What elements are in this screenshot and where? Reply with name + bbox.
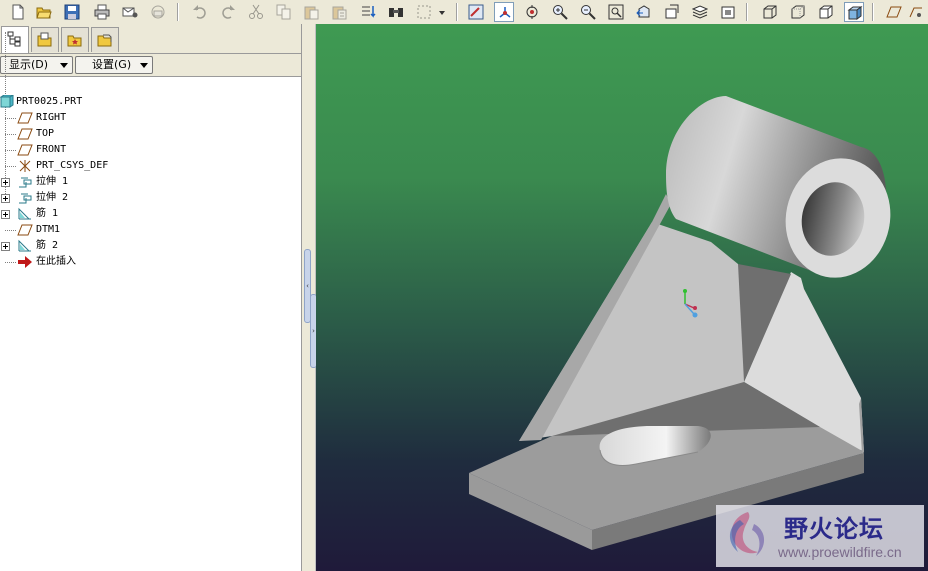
expand-toggle-icon[interactable] bbox=[1, 194, 10, 203]
select-dropdown-icon[interactable] bbox=[436, 2, 448, 22]
connections-tab[interactable] bbox=[91, 27, 119, 52]
orient-icon[interactable] bbox=[522, 2, 542, 22]
tree-root-item[interactable]: PRT0025.PRT bbox=[0, 94, 300, 110]
zoom-out-icon[interactable] bbox=[578, 2, 598, 22]
flame-logo-icon bbox=[729, 512, 765, 556]
datum-axis-display-icon[interactable] bbox=[906, 2, 924, 22]
hidden-line-icon[interactable] bbox=[788, 2, 808, 22]
tree-item-label: RIGHT bbox=[36, 112, 67, 123]
navigator-panel: 显示(D) 设置(G) PRT0025.PRT RIGHT TOP FRONT PRT… bbox=[0, 24, 301, 571]
tree-item[interactable]: 拉伸 1 bbox=[0, 174, 300, 190]
settings-menu-button[interactable]: 设置(G) bbox=[75, 56, 153, 74]
tree-connector bbox=[5, 230, 16, 231]
expand-toggle-icon[interactable] bbox=[1, 210, 10, 219]
shading-icon[interactable] bbox=[844, 2, 864, 22]
redo-icon[interactable] bbox=[218, 2, 238, 22]
zoom-in-icon[interactable] bbox=[550, 2, 570, 22]
tree-item-label: 拉伸 2 bbox=[36, 192, 69, 203]
tree-item-label: TOP bbox=[36, 128, 55, 139]
favorites-tab[interactable] bbox=[61, 27, 89, 52]
tree-connector bbox=[5, 150, 16, 151]
select-box-icon[interactable] bbox=[414, 2, 434, 22]
tree-item-label: PRT_CSYS_DEF bbox=[36, 160, 109, 171]
email-icon[interactable] bbox=[120, 2, 140, 22]
no-hidden-icon[interactable] bbox=[816, 2, 836, 22]
regenerate-icon[interactable] bbox=[358, 2, 378, 22]
tree-connector bbox=[5, 166, 16, 167]
tree-item-label: DTM1 bbox=[36, 224, 61, 235]
tree-connector bbox=[5, 134, 16, 135]
tree-item-label: 筋 2 bbox=[36, 240, 59, 251]
watermark-logo: 野火论坛 www.proewildfire.cn bbox=[716, 505, 924, 567]
datum-plane-display-icon[interactable] bbox=[884, 2, 904, 22]
undo-icon[interactable] bbox=[190, 2, 210, 22]
watermark-url: www.proewildfire.cn bbox=[778, 544, 902, 560]
layers-icon[interactable] bbox=[690, 2, 710, 22]
expand-toggle-icon[interactable] bbox=[1, 178, 10, 187]
new-file-icon[interactable] bbox=[8, 2, 28, 22]
watermark-title: 野火论坛 bbox=[784, 515, 884, 543]
folder-browser-tab[interactable] bbox=[31, 27, 59, 52]
panel-splitter[interactable]: ‹ › bbox=[301, 24, 317, 571]
paste-special-icon[interactable] bbox=[330, 2, 350, 22]
repaint-icon[interactable] bbox=[466, 2, 486, 22]
tree-connector bbox=[5, 118, 16, 119]
save-icon[interactable] bbox=[62, 2, 82, 22]
copy-icon[interactable] bbox=[274, 2, 294, 22]
open-folder-icon[interactable] bbox=[34, 2, 54, 22]
refit-icon[interactable] bbox=[606, 2, 626, 22]
main-toolbar bbox=[0, 0, 928, 25]
tree-item[interactable]: 筋 2 bbox=[0, 238, 300, 254]
tree-item[interactable]: RIGHT bbox=[0, 110, 300, 126]
cut-icon[interactable] bbox=[246, 2, 266, 22]
email-attach-icon[interactable] bbox=[148, 2, 168, 22]
saved-view-icon[interactable] bbox=[718, 2, 738, 22]
wireframe-icon[interactable] bbox=[760, 2, 780, 22]
settings-menu-label: 设置(G) bbox=[92, 58, 132, 71]
view-manager-icon[interactable] bbox=[662, 2, 682, 22]
insert-here-icon bbox=[17, 255, 33, 275]
display-menu-label: 显示(D) bbox=[9, 58, 49, 71]
spin-center-icon[interactable] bbox=[494, 2, 514, 22]
expand-toggle-icon[interactable] bbox=[1, 242, 10, 251]
display-menu-button[interactable]: 显示(D) bbox=[0, 56, 73, 74]
tree-item[interactable]: FRONT bbox=[0, 142, 300, 158]
tree-root-label: PRT0025.PRT bbox=[16, 96, 83, 107]
tree-item[interactable]: DTM1 bbox=[0, 222, 300, 238]
navigator-tabs bbox=[0, 24, 301, 54]
find-icon[interactable] bbox=[386, 2, 406, 22]
graphics-window[interactable]: 野火论坛 www.proewildfire.cn bbox=[316, 24, 928, 571]
reorient-icon[interactable] bbox=[634, 2, 654, 22]
tree-item-label: 拉伸 1 bbox=[36, 176, 69, 187]
print-icon[interactable] bbox=[92, 2, 112, 22]
tree-item[interactable]: PRT_CSYS_DEF bbox=[0, 158, 300, 174]
model-tree-menubar: 显示(D) 设置(G) bbox=[0, 54, 301, 77]
tree-item[interactable]: 筋 1 bbox=[0, 206, 300, 222]
tree-item-label: 筋 1 bbox=[36, 208, 59, 219]
tree-item[interactable]: 拉伸 2 bbox=[0, 190, 300, 206]
tree-item[interactable]: 在此插入 bbox=[0, 254, 300, 270]
tree-item-label: FRONT bbox=[36, 144, 67, 155]
paste-icon[interactable] bbox=[302, 2, 322, 22]
tree-item[interactable]: TOP bbox=[0, 126, 300, 142]
tree-item-label: 在此插入 bbox=[36, 256, 76, 267]
tree-connector bbox=[5, 262, 16, 263]
part-model-3d[interactable] bbox=[316, 24, 928, 571]
